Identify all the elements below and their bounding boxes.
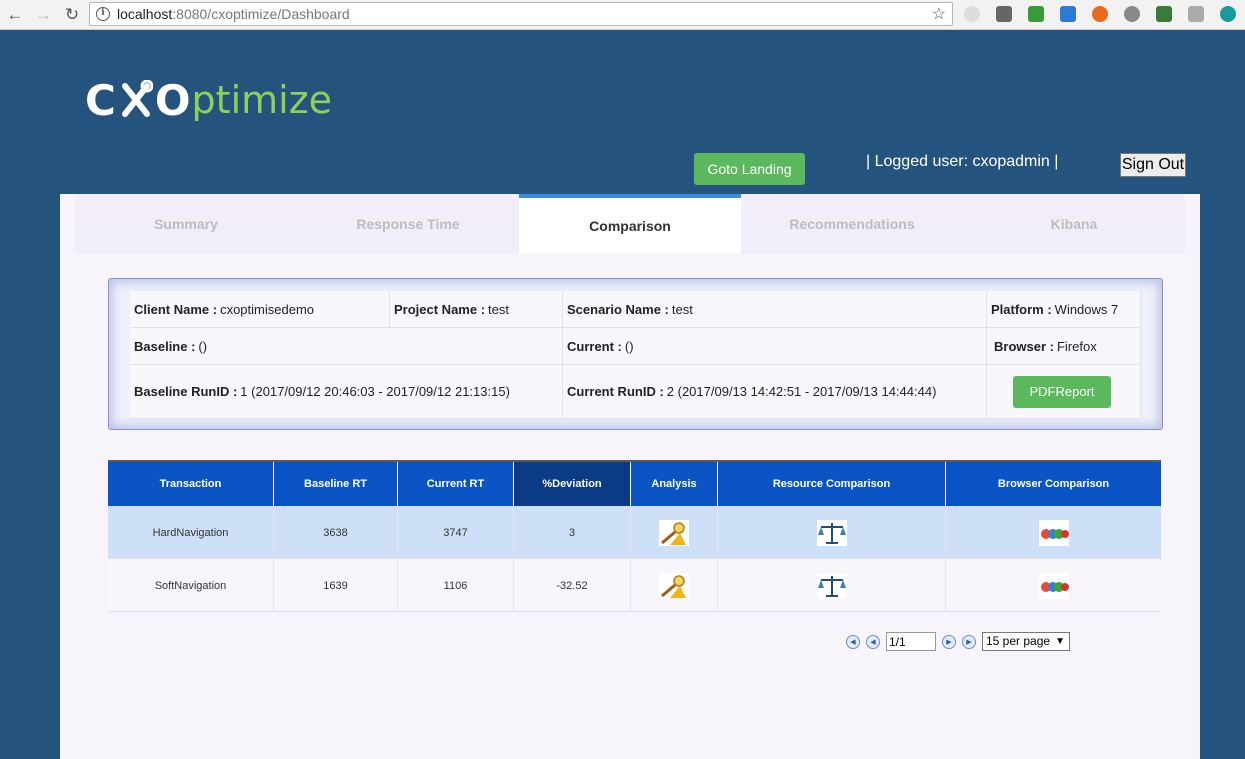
- app-logo: C O ptimize: [85, 74, 332, 126]
- logo-text: C: [85, 75, 117, 125]
- analysis-icon[interactable]: [658, 519, 690, 547]
- sign-out-button[interactable]: Sign Out: [1120, 153, 1186, 177]
- column-header-current-rt[interactable]: Current RT: [398, 462, 514, 506]
- extension-icon[interactable]: [1028, 6, 1044, 22]
- url-text: localhost:8080/cxoptimize/Dashboard: [117, 6, 350, 22]
- logged-user-text: | Logged user: cxopadmin |: [866, 153, 1059, 170]
- baseline-rt-cell: 1639: [274, 559, 398, 612]
- column-header-analysis[interactable]: Analysis: [631, 462, 718, 506]
- current-cell: Current :(): [563, 328, 987, 365]
- tab-summary[interactable]: Summary: [75, 194, 297, 254]
- run-info-grid: Client Name : cxoptimisedemo Project Name…: [130, 291, 1141, 419]
- browser-cell: Browser : Firefox: [987, 328, 1141, 365]
- browser-comparison-cell: [946, 506, 1161, 559]
- forward-icon[interactable]: →: [32, 4, 54, 26]
- pdf-report-cell: PDFReport: [987, 365, 1141, 419]
- resource-comparison-cell: [718, 506, 946, 559]
- extension-icon[interactable]: [996, 6, 1012, 22]
- extension-icon[interactable]: [1156, 6, 1172, 22]
- bookmark-star-icon[interactable]: ☆: [932, 4, 946, 24]
- table-row: SoftNavigation 1639 1106 -32.52: [108, 559, 1161, 612]
- scenario-name-cell: Scenario Name : test: [563, 291, 987, 328]
- tab-kibana[interactable]: Kibana: [963, 194, 1185, 254]
- column-header-resource-comparison[interactable]: Resource Comparison: [718, 462, 946, 506]
- tab-recommendations[interactable]: Recommendations: [741, 194, 963, 254]
- goto-landing-button[interactable]: Goto Landing: [694, 153, 805, 185]
- current-rt-cell: 1106: [398, 559, 514, 612]
- extension-icon[interactable]: [1060, 6, 1076, 22]
- extension-icon[interactable]: [1220, 6, 1236, 22]
- pdf-report-button[interactable]: PDFReport: [1013, 375, 1111, 408]
- address-bar[interactable]: i localhost:8080/cxoptimize/Dashboard ☆: [89, 2, 953, 26]
- extension-icon[interactable]: [1092, 6, 1108, 22]
- column-header-browser-comparison[interactable]: Browser Comparison: [946, 462, 1161, 506]
- analysis-cell: [631, 506, 718, 559]
- table-header: Transaction Baseline RT Current RT %Devi…: [108, 460, 1161, 506]
- prev-page-icon[interactable]: ◀: [866, 634, 880, 649]
- run-info-box: Client Name : cxoptimisedemo Project Name…: [108, 278, 1163, 430]
- reload-icon[interactable]: ↻: [61, 4, 83, 26]
- logo-text: ptimize: [191, 78, 333, 122]
- browser-toolbar: ← → ↻ i localhost:8080/cxoptimize/Dashbo…: [0, 0, 1245, 30]
- browser-comparison-cell: [946, 559, 1161, 612]
- transaction-cell: HardNavigation: [108, 506, 274, 559]
- column-header-transaction[interactable]: Transaction: [108, 462, 274, 506]
- analysis-cell: [631, 559, 718, 612]
- scale-icon[interactable]: [816, 572, 848, 600]
- platform-cell: Platform : Windows 7: [987, 291, 1141, 328]
- extension-icon[interactable]: [1188, 6, 1204, 22]
- browsers-icon[interactable]: [1038, 519, 1070, 547]
- client-name-cell: Client Name : cxoptimisedemo: [130, 291, 390, 328]
- deviation-cell: -32.52: [514, 559, 631, 612]
- back-icon[interactable]: ←: [4, 4, 26, 26]
- per-page-value: 15 per page: [986, 634, 1051, 648]
- tab-bar: Summary Response Time Comparison Recomme…: [75, 194, 1185, 254]
- next-page-icon[interactable]: ▶: [942, 634, 956, 649]
- baseline-rt-cell: 3638: [274, 506, 398, 559]
- browsers-icon[interactable]: [1038, 572, 1070, 600]
- extension-icon[interactable]: [1124, 6, 1140, 22]
- current-runid-cell: Current RunID :2 (2017/09/13 14:42:51 - …: [563, 365, 987, 419]
- column-header-baseline-rt[interactable]: Baseline RT: [274, 462, 398, 506]
- tools-logo-icon: [121, 80, 153, 117]
- pagination: ◀ ◀ ▶ ▶ 15 per page ▼: [846, 632, 1070, 651]
- per-page-select[interactable]: 15 per page ▼: [982, 632, 1070, 651]
- extension-icon[interactable]: [964, 6, 980, 22]
- transaction-cell: SoftNavigation: [108, 559, 274, 612]
- logo-text: O: [154, 75, 192, 125]
- first-page-icon[interactable]: ◀: [846, 634, 860, 649]
- chevron-down-icon: ▼: [1055, 636, 1065, 647]
- main-panel: Summary Response Time Comparison Recomme…: [60, 194, 1200, 759]
- scale-icon[interactable]: [816, 519, 848, 547]
- deviation-cell: 3: [514, 506, 631, 559]
- last-page-icon[interactable]: ▶: [962, 634, 976, 649]
- tab-comparison[interactable]: Comparison: [519, 194, 741, 254]
- project-name-cell: Project Name : test: [390, 291, 563, 328]
- page-input[interactable]: [886, 632, 936, 651]
- table-row: HardNavigation 3638 3747 3: [108, 506, 1161, 559]
- info-icon[interactable]: i: [96, 7, 110, 21]
- baseline-cell: Baseline :(): [130, 328, 563, 365]
- current-rt-cell: 3747: [398, 506, 514, 559]
- baseline-runid-cell: Baseline RunID :1 (2017/09/12 20:46:03 -…: [130, 365, 563, 419]
- analysis-icon[interactable]: [658, 572, 690, 600]
- resource-comparison-cell: [718, 559, 946, 612]
- column-header-deviation[interactable]: %Deviation: [514, 462, 631, 506]
- tab-response-time[interactable]: Response Time: [297, 194, 519, 254]
